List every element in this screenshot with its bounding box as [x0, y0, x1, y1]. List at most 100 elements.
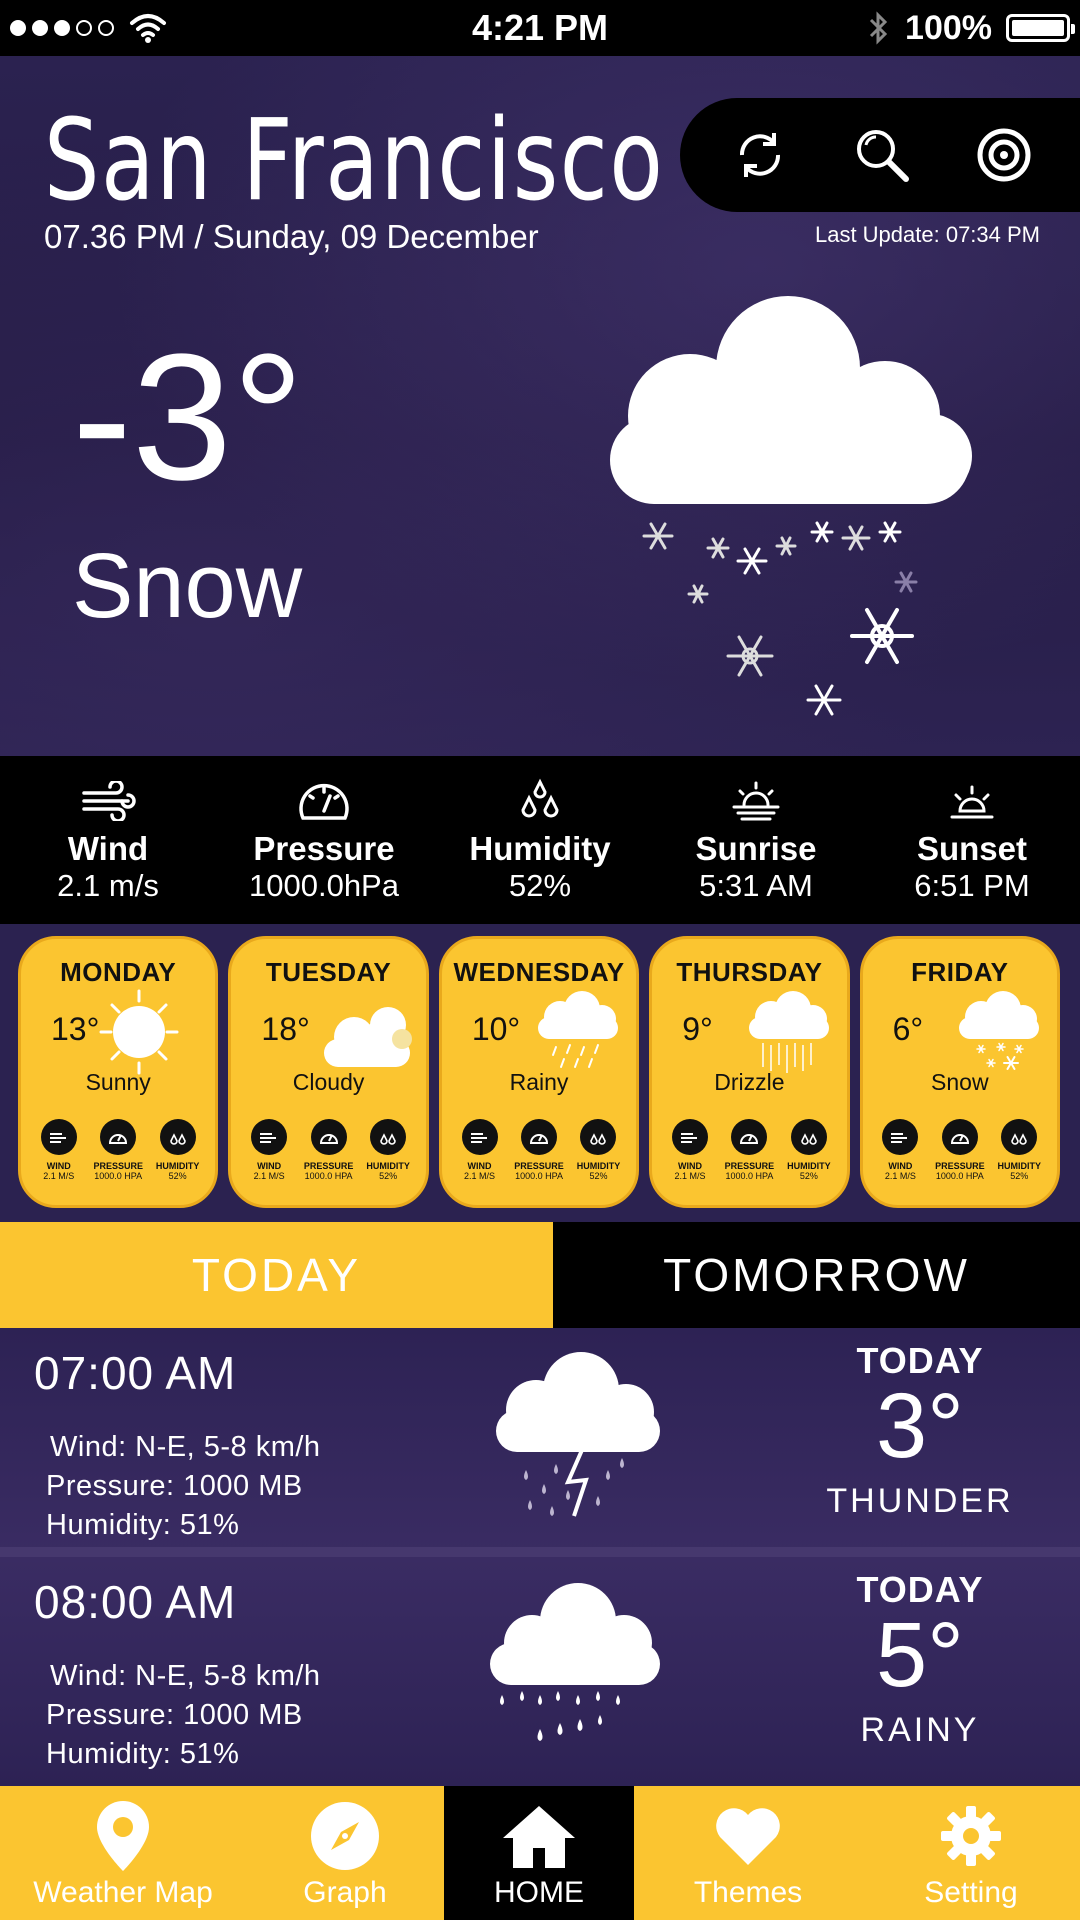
gear-icon	[941, 1806, 1001, 1866]
stat-wind: Wind 2.1 m/s	[0, 756, 216, 924]
tab-today[interactable]: TODAY	[0, 1222, 553, 1328]
day-tabs: TODAY TOMORROW	[0, 1222, 1080, 1328]
sun-icon	[99, 989, 179, 1075]
mini-wind: WIND 2.1 M/S	[664, 1119, 716, 1181]
wind-icon	[260, 1133, 277, 1143]
drizzle-cloud-icon	[748, 991, 829, 1073]
mini-pressure: PRESSURE 1000.0 HPA	[92, 1119, 144, 1181]
mini-pressure: PRESSURE 1000.0 HPA	[723, 1119, 775, 1181]
mini-pressure: PRESSURE 1000.0 HPA	[513, 1119, 565, 1181]
mini-wind: WIND 2.1 M/S	[33, 1119, 85, 1181]
gauge-icon	[530, 1134, 549, 1144]
weekly-forecast: MONDAY 13° Sunny WIND 2.1 M/S PRESSURE 100…	[0, 924, 1080, 1222]
snow-cloud-icon	[610, 296, 972, 716]
header-actions	[680, 98, 1080, 212]
mini-wind: WIND 2.1 M/S	[454, 1119, 506, 1181]
forecast-card-monday[interactable]: MONDAY 13° Sunny WIND 2.1 M/S PRESSURE 100…	[18, 936, 219, 1208]
sunrise-icon	[732, 781, 780, 821]
droplets-icon	[801, 1133, 817, 1145]
hour-humidity: Humidity: 51%	[46, 1738, 240, 1770]
battery-percent: 100%	[905, 8, 992, 47]
battery-icon	[1006, 14, 1075, 42]
rain-cloud-icon	[538, 991, 619, 1068]
forecast-card-friday[interactable]: FRIDAY 6° Snow WIND 2.1 M/S PRESSURE 1000.…	[859, 936, 1061, 1208]
mini-humidity: HUMIDITY 52%	[783, 1119, 835, 1181]
hour-time: 07:00 AM	[34, 1347, 237, 1399]
hour-temp: 3°	[876, 1375, 964, 1477]
current-weather-panel: San Francisco 07.36 PM / Sunday, 09 Dece…	[0, 56, 1080, 756]
bluetooth-icon	[869, 11, 888, 45]
gauge-icon	[319, 1134, 338, 1144]
nav-home[interactable]: HOME	[444, 1786, 634, 1920]
nav-setting[interactable]: Setting	[862, 1786, 1080, 1920]
gauge-icon	[740, 1134, 759, 1144]
last-update: Last Update: 07:34 PM	[814, 222, 1040, 247]
compass-icon	[311, 1802, 379, 1870]
hour-temp: 5°	[876, 1604, 964, 1706]
wind-icon	[82, 781, 136, 821]
nav-weather-map[interactable]: Weather Map	[0, 1786, 246, 1920]
forecast-card-tuesday[interactable]: TUESDAY 18° Cloudy WIND 2.1 M/S PRESSURE 1…	[228, 936, 429, 1208]
hourly-list: 07:00 AM Wind: N-E, 5-8 km/h Pressure: 1…	[0, 1328, 1080, 1786]
refresh-icon[interactable]	[730, 125, 790, 185]
wind-icon	[891, 1133, 908, 1143]
hour-humidity: Humidity: 51%	[46, 1509, 240, 1541]
wind-icon	[470, 1133, 487, 1143]
gauge-icon	[299, 783, 349, 820]
mini-wind: WIND 2.1 M/S	[874, 1119, 926, 1181]
mini-pressure: PRESSURE 1000.0 HPA	[303, 1119, 355, 1181]
hour-wind: Wind: N-E, 5-8 km/h	[50, 1660, 321, 1692]
mini-wind: WIND 2.1 M/S	[243, 1119, 295, 1181]
hour-pressure: Pressure: 1000 MB	[46, 1699, 303, 1731]
droplets-icon	[169, 1133, 186, 1145]
droplets-icon	[380, 1133, 396, 1145]
mini-humidity: HUMIDITY 52%	[152, 1119, 204, 1181]
stat-humidity: Humidity 52%	[432, 756, 648, 924]
forecast-card-wednesday[interactable]: WEDNESDAY 10° Rainy WIND 2.1 M/S PRESSURE…	[438, 936, 640, 1208]
heart-icon	[716, 1808, 780, 1865]
wifi-icon	[130, 14, 166, 43]
stat-sunset: Sunset 6:51 PM	[864, 756, 1080, 924]
tab-tomorrow[interactable]: TOMORROW	[553, 1222, 1080, 1328]
hour-time: 08:00 AM	[34, 1576, 237, 1628]
droplets-icon	[1011, 1133, 1028, 1145]
gauge-icon	[950, 1134, 969, 1144]
mini-humidity: HUMIDITY 52%	[362, 1119, 414, 1181]
map-pin-icon	[97, 1801, 149, 1871]
gauge-icon	[109, 1134, 128, 1144]
mini-humidity: HUMIDITY 52%	[572, 1119, 624, 1181]
rain-cloud-icon	[490, 1583, 660, 1741]
hour-pressure: Pressure: 1000 MB	[46, 1470, 303, 1502]
wind-icon	[49, 1133, 66, 1143]
hour-condition: RAINY	[860, 1711, 980, 1749]
hour-wind: Wind: N-E, 5-8 km/h	[50, 1431, 321, 1463]
signal-dots-icon	[10, 13, 168, 43]
current-datetime: 07.36 PM / Sunday, 09 December	[44, 218, 539, 255]
city-name: San Francisco	[44, 96, 665, 226]
search-icon[interactable]	[852, 125, 912, 185]
bottom-nav: Weather Map Graph HOME Themes Setting	[0, 1786, 1080, 1920]
current-temperature: -3°	[72, 317, 305, 518]
droplets-icon	[590, 1133, 607, 1145]
nav-graph[interactable]: Graph	[246, 1786, 444, 1920]
nav-themes[interactable]: Themes	[634, 1786, 862, 1920]
mini-pressure: PRESSURE 1000.0 HPA	[934, 1119, 986, 1181]
wind-icon	[680, 1133, 697, 1143]
snow-cloud-icon	[959, 991, 1040, 1070]
forecast-card-thursday[interactable]: THURSDAY 9° Drizzle WIND 2.1 M/S PRESSURE…	[649, 936, 850, 1208]
location-target-icon[interactable]	[974, 125, 1034, 185]
weather-stats-bar: Wind 2.1 m/s Pressure 1000.0hPa Humidity…	[0, 756, 1080, 924]
home-icon	[503, 1806, 575, 1868]
current-condition: Snow	[72, 535, 303, 637]
hourly-row[interactable]: 07:00 AM Wind: N-E, 5-8 km/h Pressure: 1…	[0, 1328, 1080, 1557]
thunderstorm-icon	[496, 1352, 660, 1517]
mini-humidity: HUMIDITY 52%	[993, 1119, 1045, 1181]
droplets-icon	[521, 778, 559, 818]
hourly-row[interactable]: 08:00 AM Wind: N-E, 5-8 km/h Pressure: 1…	[0, 1557, 1080, 1786]
status-bar: 4:21 PM 100%	[0, 0, 1080, 56]
stat-pressure: Pressure 1000.0hPa	[216, 756, 432, 924]
cloud-icon	[323, 1007, 412, 1067]
hour-condition: THUNDER	[826, 1482, 1014, 1520]
stat-sunrise: Sunrise 5:31 AM	[648, 756, 864, 924]
sunset-icon	[950, 785, 994, 819]
